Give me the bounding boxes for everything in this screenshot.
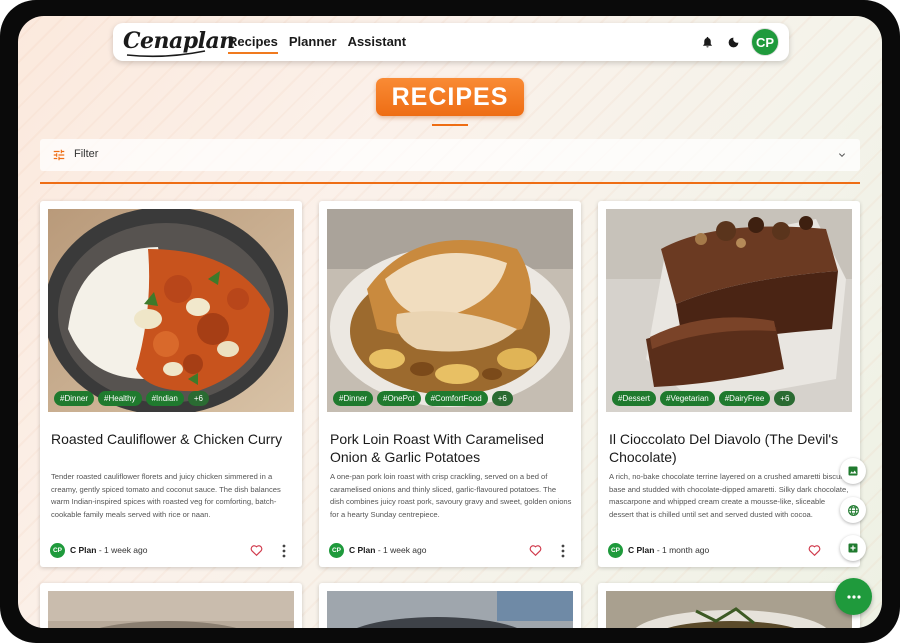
device-frame: Cenaplan Recipes Planner Assistant CP RE… — [0, 0, 900, 643]
recipe-photo-partial — [606, 591, 852, 628]
tag-chip[interactable]: #DairyFree — [718, 391, 771, 406]
chocolate-terrine-photo — [606, 209, 852, 412]
tag-chip[interactable]: #Dinner — [54, 391, 95, 406]
page-title: RECIPES — [376, 78, 524, 116]
globe-icon — [847, 504, 859, 516]
title-underline — [432, 124, 468, 126]
top-navbar: Cenaplan Recipes Planner Assistant CP — [113, 23, 789, 61]
nav-link-planner[interactable]: Planner — [289, 34, 337, 54]
recipe-description: Tender roasted cauliflower florets and j… — [51, 472, 281, 519]
nav-link-recipes[interactable]: Recipes — [228, 34, 278, 54]
image-action-button[interactable] — [840, 458, 866, 484]
pork-roast-photo — [327, 209, 573, 412]
author-meta: C Plan - 1 week ago — [70, 545, 147, 555]
heart-icon[interactable] — [807, 543, 822, 557]
author-name: C Plan — [349, 545, 376, 555]
tag-list: #Dinner #Healthy #Indian +6 — [54, 391, 209, 406]
recipe-image[interactable]: #Dinner #OnePot #ComfortFood +6 — [327, 209, 573, 412]
chevron-down-icon — [839, 153, 845, 157]
nav-links: Recipes Planner Assistant — [228, 34, 406, 54]
post-time: - 1 week ago — [375, 545, 427, 555]
post-time: - 1 week ago — [96, 545, 148, 555]
author-meta: C Plan - 1 month ago — [628, 545, 709, 555]
recipe-card[interactable]: #Dinner #Healthy #Indian +6 Roasted Caul… — [40, 201, 302, 567]
tag-list: #Dinner #OnePot #ComfortFood +6 — [333, 391, 513, 406]
recipe-description: A one-pan pork loin roast with crisp cra… — [330, 472, 572, 519]
tag-chip[interactable]: #ComfortFood — [424, 391, 488, 406]
more-vert-icon[interactable] — [281, 544, 287, 558]
recipe-title[interactable]: Il Cioccolato Del Diavolo (The Devil's C… — [609, 430, 853, 466]
moon-icon[interactable] — [725, 34, 741, 50]
author-avatar[interactable]: CP — [608, 543, 623, 558]
heart-icon[interactable] — [249, 543, 264, 557]
tag-chip[interactable]: #Vegetarian — [660, 391, 715, 406]
bell-icon[interactable] — [699, 34, 715, 50]
more-tags-chip[interactable]: +6 — [491, 391, 513, 406]
recipe-title[interactable]: Pork Loin Roast With Caramelised Onion &… — [330, 430, 574, 466]
image-icon — [848, 466, 858, 476]
author-avatar[interactable]: CP — [329, 543, 344, 558]
globe-action-button[interactable] — [840, 497, 866, 523]
recipe-card[interactable] — [319, 583, 581, 628]
app-screen: Cenaplan Recipes Planner Assistant CP RE… — [18, 16, 882, 628]
recipe-image[interactable]: #Dessert #Vegetarian #DairyFree +6 — [606, 209, 852, 412]
tag-chip[interactable]: #Indian — [145, 391, 184, 406]
recipe-title[interactable]: Roasted Cauliflower & Chicken Curry — [51, 430, 295, 448]
tag-chip[interactable]: #OnePot — [377, 391, 421, 406]
card-footer: CP C Plan - 1 week ago — [329, 543, 573, 559]
recipe-image[interactable]: #Dinner #Healthy #Indian +6 — [48, 209, 294, 412]
filter-divider — [40, 182, 860, 184]
author-avatar[interactable]: CP — [50, 543, 65, 558]
nav-actions: CP — [699, 28, 779, 56]
curry-photo — [48, 209, 294, 412]
recipe-image[interactable] — [48, 591, 294, 628]
recipe-card[interactable] — [598, 583, 860, 628]
add-recipe-button[interactable] — [840, 535, 866, 561]
more-actions-fab[interactable] — [835, 578, 872, 615]
author-name: C Plan — [70, 545, 97, 555]
user-avatar[interactable]: CP — [751, 28, 779, 56]
author-name: C Plan — [628, 545, 655, 555]
add-box-icon — [848, 543, 858, 553]
tag-list: #Dessert #Vegetarian #DairyFree +6 — [612, 391, 796, 406]
card-footer: CP C Plan - 1 week ago — [50, 543, 294, 559]
author-meta: C Plan - 1 week ago — [349, 545, 426, 555]
more-vert-icon[interactable] — [560, 544, 566, 558]
nav-link-assistant[interactable]: Assistant — [348, 34, 407, 54]
recipe-image[interactable] — [327, 591, 573, 628]
tune-icon — [53, 149, 65, 161]
post-time: - 1 month ago — [654, 545, 710, 555]
more-tags-chip[interactable]: +6 — [774, 391, 796, 406]
recipe-image[interactable] — [606, 591, 852, 628]
tag-chip[interactable]: #Dinner — [333, 391, 374, 406]
heart-icon[interactable] — [528, 543, 543, 557]
recipe-card[interactable]: #Dessert #Vegetarian #DairyFree +6 Il Ci… — [598, 201, 860, 567]
recipe-description: A rich, no-bake chocolate terrine layere… — [609, 472, 849, 519]
recipe-photo-partial — [327, 591, 573, 628]
tag-chip[interactable]: #Dessert — [612, 391, 657, 406]
recipe-card[interactable]: #Dinner #OnePot #ComfortFood +6 Pork Loi… — [319, 201, 581, 567]
recipe-photo-partial — [48, 591, 294, 628]
more-horiz-icon — [846, 594, 861, 599]
recipe-card[interactable] — [40, 583, 302, 628]
logo-swoosh — [126, 50, 206, 58]
filter-toggle[interactable]: Filter — [40, 139, 860, 171]
filter-label: Filter — [74, 148, 99, 160]
more-tags-chip[interactable]: +6 — [187, 391, 209, 406]
tag-chip[interactable]: #Healthy — [98, 391, 142, 406]
card-footer: CP C Plan - 1 month ago — [608, 543, 852, 559]
